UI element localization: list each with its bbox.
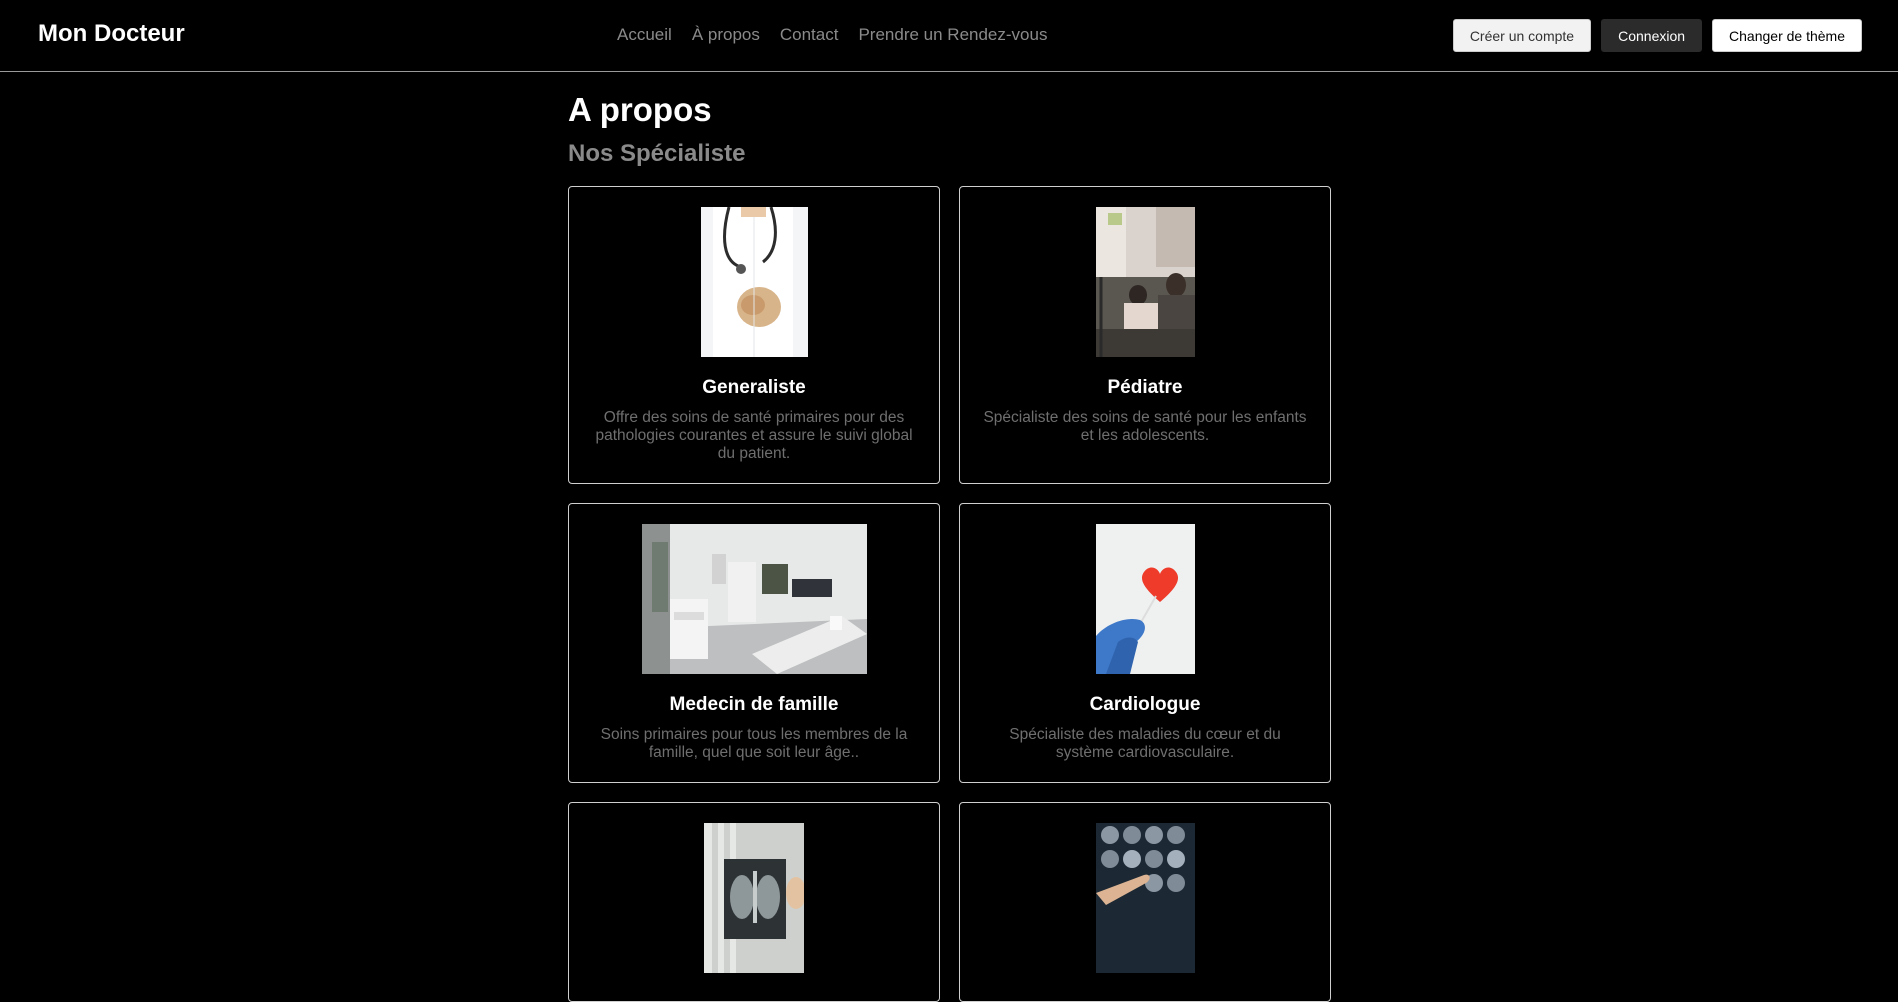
specialist-grid: Generaliste Offre des soins de santé pri… [568, 186, 1332, 1002]
card-title: Pédiatre [1107, 377, 1183, 399]
card-title: Medecin de famille [669, 694, 839, 716]
nav-link-accueil[interactable]: Accueil [617, 25, 672, 45]
xray-photo [704, 823, 804, 974]
card-title: Generaliste [702, 377, 806, 399]
theme-toggle-button[interactable]: Changer de thème [1712, 19, 1862, 52]
signup-button[interactable]: Créer un compte [1452, 19, 1592, 52]
specialist-card-neurologue [959, 802, 1331, 1002]
specialist-card-generaliste: Generaliste Offre des soins de santé pri… [568, 186, 940, 485]
header-actions: Créer un compte Connexion Changer de thè… [1452, 19, 1862, 52]
specialist-card-radiologie [568, 802, 940, 1002]
card-description: Spécialiste des soins de santé pour les … [983, 409, 1307, 445]
specialist-card-cardiologue: Cardiologue Spécialiste des maladies du … [959, 503, 1331, 784]
card-description: Soins primaires pour tous les membres de… [600, 726, 908, 762]
main-content: A propos Nos Spécialiste Generaliste Off [568, 72, 1332, 1002]
nav-link-contact[interactable]: Contact [780, 25, 839, 45]
nav-link-a-propos[interactable]: À propos [692, 25, 760, 45]
cardiologue-photo [1095, 524, 1195, 675]
card-description: Offre des soins de santé primaires pour … [595, 409, 913, 463]
top-navbar: Mon Docteur Accueil À propos Contact Pre… [0, 0, 1898, 72]
brain-scan-photo [1095, 823, 1195, 974]
section-title: Nos Spécialiste [568, 139, 746, 167]
brand-logo[interactable]: Mon Docteur [38, 20, 185, 48]
login-button[interactable]: Connexion [1601, 19, 1703, 52]
specialist-card-medecin-famille: Medecin de famille Soins primaires pour … [568, 503, 940, 784]
card-description: Spécialiste des maladies du cœur et du s… [1009, 726, 1281, 762]
page-title: A propos [568, 91, 712, 128]
pediatre-photo [1095, 207, 1195, 358]
medecin-famille-photo [641, 524, 867, 675]
main-nav: Accueil À propos Contact Prendre un Rend… [617, 25, 1047, 45]
generaliste-photo [700, 207, 808, 358]
card-title: Cardiologue [1089, 694, 1201, 716]
specialist-card-pediatre: Pédiatre Spécialiste des soins de santé … [959, 186, 1331, 485]
nav-link-rendez-vous[interactable]: Prendre un Rendez-vous [858, 25, 1047, 45]
